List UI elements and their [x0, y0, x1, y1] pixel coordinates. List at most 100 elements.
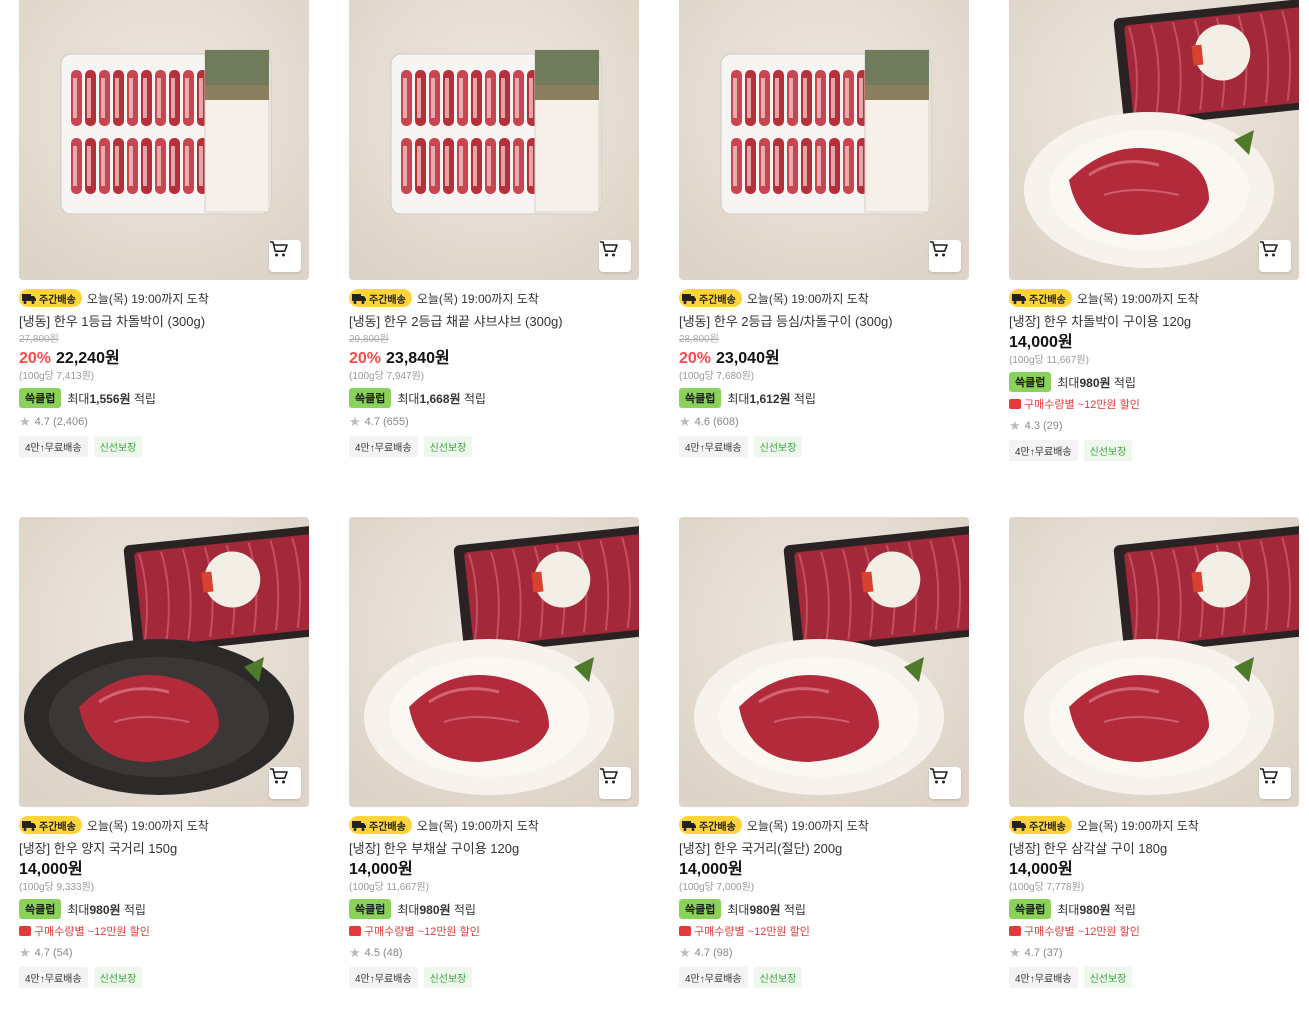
fresh-guarantee-tag: 신선보장	[753, 436, 803, 457]
product-photo	[1009, 0, 1299, 280]
add-to-cart-button[interactable]	[929, 240, 961, 272]
product-image[interactable]	[679, 517, 969, 807]
point-amount: 1,612원	[749, 391, 791, 406]
truck-icon	[682, 294, 696, 304]
product-name[interactable]: [냉장] 한우 부채살 구이용 120g	[349, 841, 639, 857]
delivery-info: 주간배송 오늘(목) 19:00까지 도착	[1009, 288, 1299, 308]
product-image[interactable]	[349, 0, 639, 280]
product-name[interactable]: [냉동] 한우 2등급 등심/차돌구이 (300g)	[679, 314, 969, 330]
star-icon: ★	[679, 414, 691, 429]
quantity-discount-label: 구매수량별 ~12만원 할인	[1024, 926, 1140, 938]
point-info: 쓱클럽 최대 980원 적립	[19, 899, 309, 919]
point-info: 쓱클럽 최대 980원 적립	[1009, 899, 1299, 919]
unit-price: (100g당 9,333원)	[19, 882, 95, 893]
product-card[interactable]: 주간배송 오늘(목) 19:00까지 도착 [냉동] 한우 2등급 등심/차돌구…	[679, 0, 969, 461]
star-icon: ★	[1009, 945, 1021, 960]
add-to-cart-button[interactable]	[599, 767, 631, 799]
product-image[interactable]	[19, 0, 309, 280]
ssg-club-badge: 쓱클럽	[1009, 899, 1052, 919]
fresh-guarantee-tag: 신선보장	[423, 967, 473, 988]
weekly-delivery-label: 주간배송	[1029, 821, 1066, 833]
free-shipping-tag: 4만↑무료배송	[679, 967, 748, 988]
point-info: 쓱클럽 최대 1,556원 적립	[19, 388, 309, 408]
price-line: 20% 22,240원	[19, 348, 309, 370]
delivery-info: 주간배송 오늘(목) 19:00까지 도착	[349, 815, 639, 835]
tags: 4만↑무료배송 신선보장	[19, 967, 309, 988]
point-suffix: 적립	[783, 902, 806, 917]
free-shipping-tag: 4만↑무료배송	[349, 436, 418, 457]
arrival-time: 오늘(목) 19:00까지 도착	[416, 291, 539, 306]
rating: ★ 4.3 (29)	[1009, 418, 1299, 434]
product-name[interactable]: [냉장] 한우 차돌박이 구이용 120g	[1009, 314, 1299, 330]
point-prefix: 최대	[727, 902, 750, 917]
truck-icon	[352, 294, 366, 304]
product-card[interactable]: 주간배송 오늘(목) 19:00까지 도착 [냉장] 한우 차돌박이 구이용 1…	[1009, 0, 1299, 461]
weekly-delivery-badge: 주간배송	[349, 816, 412, 834]
point-info: 쓱클럽 최대 1,668원 적립	[349, 388, 639, 408]
product-card[interactable]: 주간배송 오늘(목) 19:00까지 도착 [냉동] 한우 1등급 차돌박이 (…	[19, 0, 309, 461]
rating: ★ 4.7 (655)	[349, 414, 639, 430]
point-prefix: 최대	[67, 391, 90, 406]
arrival-time: 오늘(목) 19:00까지 도착	[1076, 291, 1199, 306]
point-prefix: 최대	[1057, 375, 1080, 390]
add-to-cart-button[interactable]	[599, 240, 631, 272]
delivery-info: 주간배송 오늘(목) 19:00까지 도착	[679, 288, 969, 308]
product-name[interactable]: [냉장] 한우 국거리(절단) 200g	[679, 841, 969, 857]
rating-value: 4.7 (98)	[694, 947, 733, 959]
cart-icon	[1260, 241, 1278, 257]
rating-value: 4.6 (608)	[694, 416, 739, 428]
free-shipping-tag: 4만↑무료배송	[679, 436, 748, 457]
add-to-cart-button[interactable]	[1259, 767, 1291, 799]
product-card[interactable]: 주간배송 오늘(목) 19:00까지 도착 [냉장] 한우 국거리(절단) 20…	[679, 517, 969, 988]
product-card[interactable]: 주간배송 오늘(목) 19:00까지 도착 [냉장] 한우 삼각살 구이 180…	[1009, 517, 1299, 988]
star-icon: ★	[349, 414, 361, 429]
tags: 4만↑무료배송 신선보장	[679, 967, 969, 988]
product-name[interactable]: [냉장] 한우 삼각살 구이 180g	[1009, 841, 1299, 857]
cart-icon	[270, 768, 288, 784]
product-image[interactable]	[349, 517, 639, 807]
point-prefix: 최대	[397, 391, 420, 406]
product-image[interactable]	[19, 517, 309, 807]
delivery-info: 주간배송 오늘(목) 19:00까지 도착	[19, 815, 309, 835]
point-info: 쓱클럽 최대 980원 적립	[679, 899, 969, 919]
truck-icon	[1012, 821, 1026, 831]
weekly-delivery-label: 주간배송	[699, 821, 736, 833]
sale-price: 14,000원	[679, 861, 743, 878]
ssg-club-badge: 쓱클럽	[19, 899, 62, 919]
point-suffix: 적립	[453, 902, 476, 917]
product-name[interactable]: [냉장] 한우 양지 국거리 150g	[19, 841, 309, 857]
cart-icon	[930, 241, 948, 257]
product-image[interactable]	[679, 0, 969, 280]
star-icon: ★	[679, 945, 691, 960]
price-line: 20% 23,040원	[679, 348, 969, 370]
truck-icon	[22, 821, 36, 831]
weekly-delivery-label: 주간배송	[39, 821, 76, 833]
add-to-cart-button[interactable]	[929, 767, 961, 799]
product-image[interactable]	[1009, 517, 1299, 807]
rating-value: 4.3 (29)	[1024, 420, 1063, 432]
product-name[interactable]: [냉동] 한우 1등급 차돌박이 (300g)	[19, 314, 309, 330]
coupon-icon	[679, 926, 691, 936]
cart-icon	[600, 768, 618, 784]
product-card[interactable]: 주간배송 오늘(목) 19:00까지 도착 [냉동] 한우 2등급 채끝 샤브샤…	[349, 0, 639, 461]
product-image[interactable]	[1009, 0, 1299, 280]
add-to-cart-button[interactable]	[1259, 240, 1291, 272]
price-line: 20% 23,840원	[349, 348, 639, 370]
arrival-time: 오늘(목) 19:00까지 도착	[86, 291, 209, 306]
weekly-delivery-badge: 주간배송	[679, 289, 742, 307]
product-name[interactable]: [냉동] 한우 2등급 채끝 샤브샤브 (300g)	[349, 314, 639, 330]
quantity-discount-label: 구매수량별 ~12만원 할인	[694, 926, 810, 938]
price-line: 14,000원	[19, 859, 309, 881]
product-card[interactable]: 주간배송 오늘(목) 19:00까지 도착 [냉장] 한우 부채살 구이용 12…	[349, 517, 639, 988]
add-to-cart-button[interactable]	[269, 240, 301, 272]
rating: ★ 4.7 (37)	[1009, 945, 1299, 961]
quantity-discount-label: 구매수량별 ~12만원 할인	[1024, 399, 1140, 411]
point-prefix: 최대	[397, 902, 420, 917]
tags: 4만↑무료배송 신선보장	[1009, 440, 1299, 461]
add-to-cart-button[interactable]	[269, 767, 301, 799]
price-line: 14,000원	[349, 859, 639, 881]
product-card[interactable]: 주간배송 오늘(목) 19:00까지 도착 [냉장] 한우 양지 국거리 150…	[19, 517, 309, 988]
point-info: 쓱클럽 최대 980원 적립	[1009, 372, 1299, 392]
point-suffix: 적립	[793, 391, 816, 406]
product-photo	[679, 517, 969, 807]
